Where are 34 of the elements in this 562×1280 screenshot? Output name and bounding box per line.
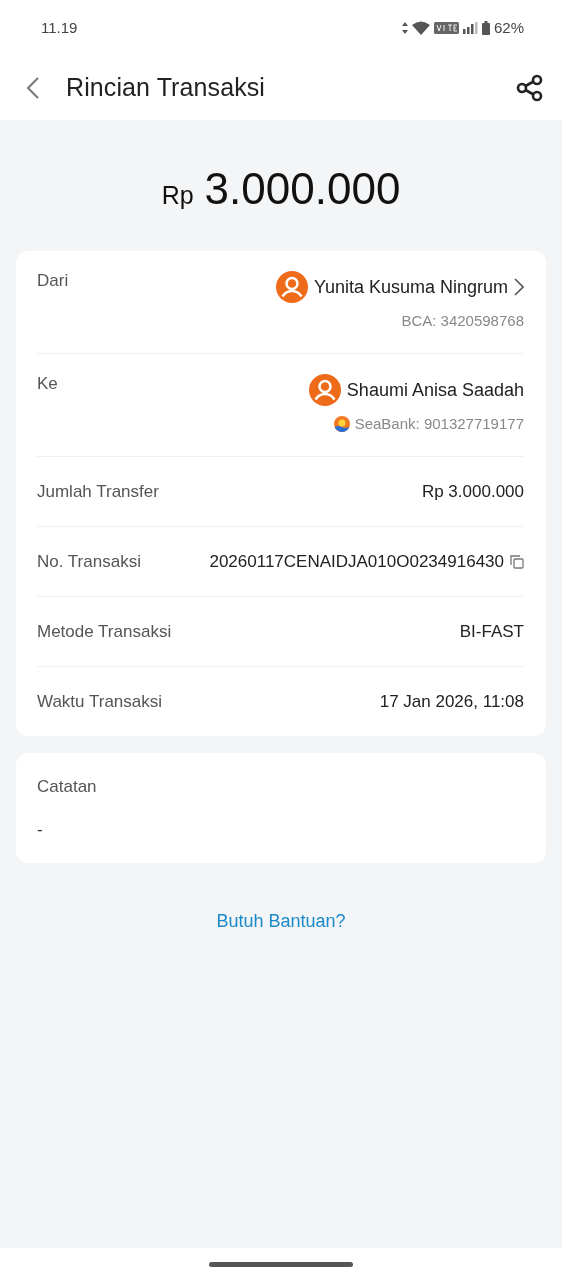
field-value: Rp 3.000.000: [421, 481, 524, 502]
volte-icon: [433, 21, 459, 34]
account-name: Yunita Kusuma Ningrum: [313, 276, 508, 298]
field-label: Metode Transaksi: [37, 621, 172, 642]
clock: 11.19: [41, 19, 79, 36]
chevron-right-icon[interactable]: [514, 278, 524, 296]
help-link[interactable]: Butuh Bantuan?: [216, 911, 346, 932]
battery-percent: 62%: [493, 19, 524, 36]
field-value: 20260117CENAIDJA010O0234916430: [209, 551, 504, 572]
field-value: BI-FAST: [459, 621, 524, 642]
copy-icon[interactable]: [510, 554, 524, 569]
field-label: Ke: [37, 374, 58, 394]
amount-currency: Rp: [161, 181, 194, 210]
field-label: No. Transaksi: [37, 551, 141, 572]
avatar-icon: [308, 374, 341, 406]
wifi-icon: [411, 20, 430, 35]
back-button[interactable]: [24, 76, 42, 99]
account-number: SeaBank: 901327719177: [354, 415, 524, 432]
share-button[interactable]: [516, 73, 544, 102]
field-label: Waktu Transaksi: [37, 691, 163, 712]
field-label: Dari: [37, 271, 69, 291]
field-value: 17 Jan 2026, 11:08: [379, 691, 524, 712]
amount-value: 3.000.000: [204, 164, 401, 214]
avatar-icon: [275, 271, 308, 303]
home-indicator[interactable]: [209, 1261, 353, 1267]
note-value: -: [37, 820, 44, 840]
note-label: Catatan: [37, 777, 98, 797]
page-title: Rincian Transaksi: [66, 73, 266, 102]
account-name: Shaumi Anisa Saadah: [346, 379, 524, 401]
signal-icon: [462, 21, 478, 34]
field-label: Jumlah Transfer: [37, 481, 159, 502]
battery-icon: [481, 20, 490, 35]
data-arrows-icon: [401, 21, 408, 34]
account-number: BCA: 3420598768: [401, 312, 524, 329]
